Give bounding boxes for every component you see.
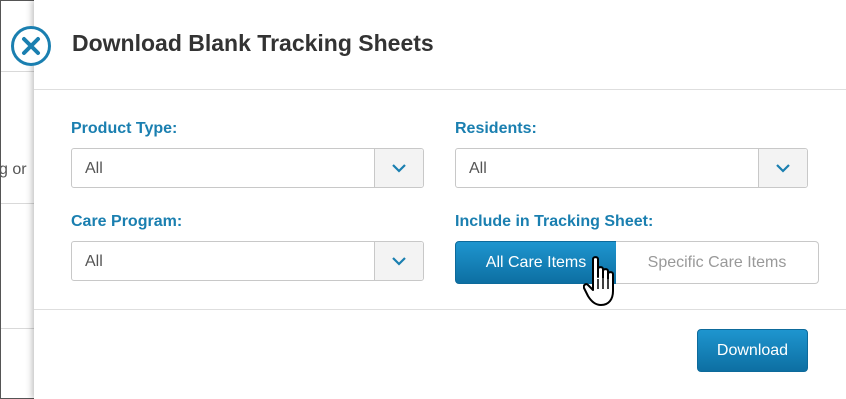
include-in-tracking-sheet-label: Include in Tracking Sheet: bbox=[455, 213, 654, 230]
residents-label: Residents: bbox=[455, 120, 537, 137]
close-icon[interactable] bbox=[11, 26, 51, 66]
download-tracking-sheets-modal: Download Blank Tracking Sheets Product T… bbox=[34, 0, 846, 399]
residents-select[interactable]: All bbox=[455, 148, 808, 188]
product-type-value: All bbox=[85, 160, 103, 177]
residents-value: All bbox=[469, 160, 487, 177]
hand-pointer-icon bbox=[582, 255, 623, 316]
chevron-down-icon[interactable] bbox=[374, 242, 423, 280]
product-type-select[interactable]: All bbox=[71, 148, 424, 188]
download-button[interactable]: Download bbox=[697, 329, 808, 372]
background-partial-text: g or bbox=[0, 161, 27, 178]
care-program-select[interactable]: All bbox=[71, 241, 424, 281]
care-program-value: All bbox=[85, 253, 103, 270]
chevron-down-icon[interactable] bbox=[758, 149, 807, 187]
bg-divider bbox=[1, 71, 35, 72]
bg-divider bbox=[1, 328, 35, 329]
footer-divider bbox=[34, 309, 846, 310]
bg-divider bbox=[1, 203, 35, 204]
include-toggle-group: All Care Items Specific Care Items bbox=[455, 241, 819, 284]
specific-care-items-button[interactable]: Specific Care Items bbox=[616, 241, 819, 284]
chevron-down-icon[interactable] bbox=[374, 149, 423, 187]
product-type-label: Product Type: bbox=[71, 120, 178, 137]
modal-header: Download Blank Tracking Sheets bbox=[34, 0, 846, 90]
modal-title: Download Blank Tracking Sheets bbox=[72, 30, 434, 56]
care-program-label: Care Program: bbox=[71, 213, 183, 230]
